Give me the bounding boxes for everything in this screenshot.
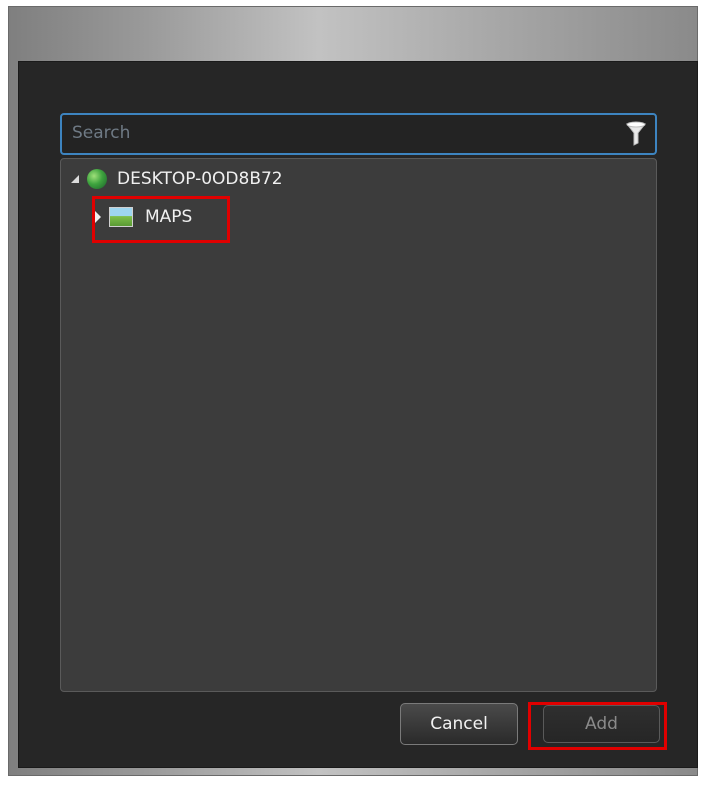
globe-icon [87,169,107,189]
filter-icon[interactable] [625,121,647,147]
cancel-button[interactable]: Cancel [400,703,518,745]
search-input[interactable]: Search [60,113,657,155]
highlight-maps [92,196,230,243]
tree-node-root[interactable]: DESKTOP-0OD8B72 [71,169,283,189]
collapse-arrow-icon[interactable] [71,175,79,183]
tree-node-root-label: DESKTOP-0OD8B72 [117,169,283,189]
highlight-add [528,702,667,750]
search-placeholder: Search [72,123,131,143]
